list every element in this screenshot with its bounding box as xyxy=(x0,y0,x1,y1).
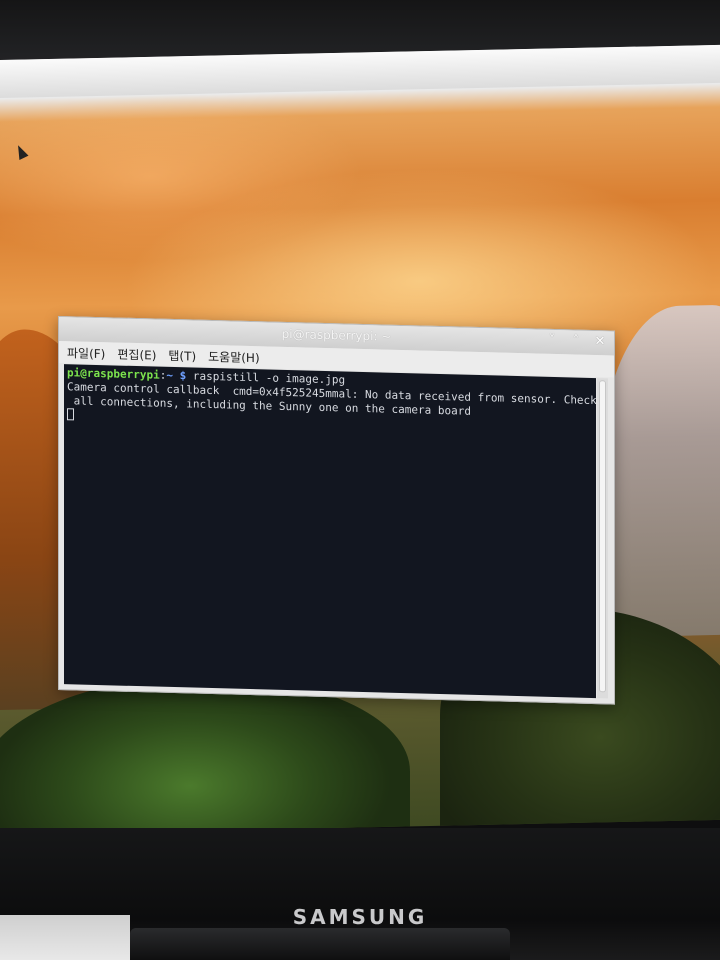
menu-help[interactable]: 도움말(H) xyxy=(208,347,260,365)
terminal-output[interactable]: pi@raspberrypi:~ $ raspistill -o image.j… xyxy=(64,364,596,699)
text-cursor xyxy=(67,408,74,421)
wallpaper-cliff-right xyxy=(600,304,720,638)
mouse-pointer-icon xyxy=(13,143,29,161)
close-icon[interactable]: ✕ xyxy=(592,333,608,351)
window-controls: ˅ ˄ ✕ xyxy=(544,332,608,352)
menu-edit[interactable]: 편집(E) xyxy=(117,345,156,363)
terminal-scrollbar[interactable] xyxy=(597,378,608,699)
monitor-brand-logo: SAMSUNG xyxy=(292,905,428,929)
prompt-symbol: $ xyxy=(172,369,193,383)
minimize-icon[interactable]: ˅ xyxy=(544,332,560,350)
terminal-window[interactable]: pi@raspberrypi: ~ ˅ ˄ ✕ 파일(F) 편집(E) 탭(T)… xyxy=(58,316,615,705)
prompt-user: pi@raspberrypi xyxy=(67,366,160,382)
monitor-stand xyxy=(130,928,510,960)
prompt-path: ~ xyxy=(166,368,173,383)
scrollbar-thumb[interactable] xyxy=(599,380,606,693)
maximize-icon[interactable]: ˄ xyxy=(568,332,584,350)
photo: pi@raspberrypi: ~ ˅ ˄ ✕ 파일(F) 편집(E) 탭(T)… xyxy=(0,0,720,960)
menu-file[interactable]: 파일(F) xyxy=(67,344,105,362)
menu-tabs[interactable]: 탭(T) xyxy=(168,346,196,364)
